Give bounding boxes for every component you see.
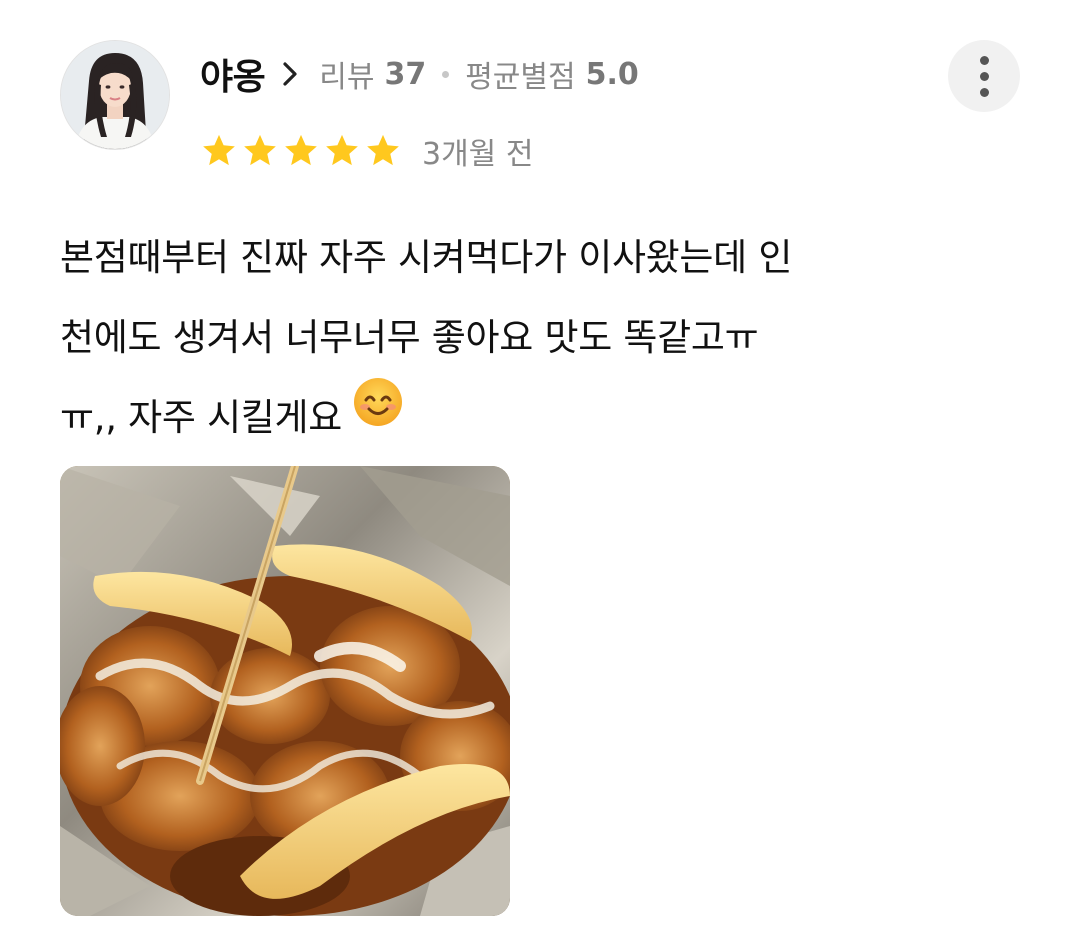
- avatar[interactable]: [60, 40, 170, 150]
- star-icon: [323, 132, 361, 170]
- more-vertical-icon-dot: [979, 71, 989, 81]
- review-text-line-last: ㅠ,, 자주 시킬게요: [60, 376, 960, 458]
- review-text-line: ㅠ,, 자주 시킬게요: [60, 396, 343, 439]
- meta-separator-dot: [442, 70, 450, 78]
- review-time-ago: 3개월 전: [422, 137, 534, 172]
- review-text: 본점때부터 진짜 자주 시켜먹다가 이사왔는데 인 천에도 생겨서 너무너무 좋…: [60, 218, 960, 458]
- review-photo[interactable]: [60, 466, 510, 916]
- star-icon: [364, 132, 402, 170]
- reviewer-nickname[interactable]: 야옹: [200, 48, 266, 100]
- avg-rating-value: 5.0: [585, 56, 639, 92]
- star-icon: [241, 132, 279, 170]
- review-text-line: 본점때부터 진짜 자주 시켜먹다가 이사왔는데 인: [60, 236, 793, 279]
- rating-row: 3개월 전: [200, 128, 533, 174]
- review-text-line: 천에도 생겨서 너무너무 좋아요 맛도 똑같고ㅠ: [60, 316, 759, 359]
- avg-rating-label: 평균별점: [465, 60, 576, 95]
- star-rating: [200, 132, 402, 170]
- reviewer-info-row: 야옹 리뷰 37 평균별점 5.0: [200, 44, 639, 104]
- star-icon: [282, 132, 320, 170]
- review-card: 야옹 리뷰 37 평균별점 5.0 3개월 전 본점때부터 진짜 자주 시켜먹다…: [0, 0, 1080, 937]
- more-vertical-icon-dot: [979, 87, 989, 97]
- star-icon: [200, 132, 238, 170]
- smiling-face-emoji-icon: [352, 376, 404, 456]
- review-count-label: 리뷰: [319, 60, 375, 95]
- more-vertical-icon: [979, 55, 989, 65]
- chevron-right-icon[interactable]: [283, 62, 297, 86]
- more-options-button[interactable]: [948, 40, 1020, 112]
- review-count-value: 37: [384, 56, 427, 92]
- avatar-image: [61, 41, 169, 149]
- food-photo-image: [60, 466, 510, 916]
